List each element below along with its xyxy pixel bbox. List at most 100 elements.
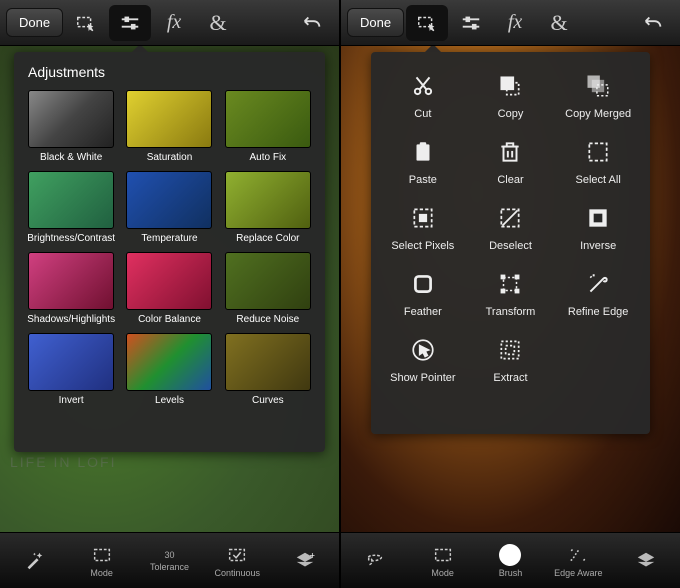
- adjustment-replace-color[interactable]: Replace Color: [223, 171, 313, 244]
- extract-icon: [496, 336, 524, 364]
- bottombar: Mode Brush Edge Aware: [341, 532, 680, 588]
- wand-tool[interactable]: [7, 550, 61, 572]
- topbar: Done fx &: [341, 0, 680, 46]
- undo-icon[interactable]: [291, 5, 333, 41]
- selection-label: Deselect: [489, 240, 532, 252]
- refine-edge-icon: [584, 270, 612, 298]
- selection-cut[interactable]: Cut: [381, 66, 465, 126]
- tolerance-button[interactable]: 30Tolerance: [142, 550, 196, 572]
- mode-button[interactable]: Mode: [416, 544, 470, 578]
- adjustment-auto-fix[interactable]: Auto Fix: [223, 90, 313, 163]
- adjustment-label: Reduce Noise: [236, 314, 299, 325]
- adjustment-color-balance[interactable]: Color Balance: [124, 252, 214, 325]
- selection-tool-icon[interactable]: [406, 5, 448, 41]
- adjustment-black-white[interactable]: Black & White: [26, 90, 116, 163]
- selection-paste[interactable]: Paste: [381, 132, 465, 192]
- adjustment-label: Curves: [252, 395, 284, 406]
- adjustment-thumb: [126, 90, 212, 148]
- selection-select-all[interactable]: Select All: [556, 132, 640, 192]
- brush-button[interactable]: Brush: [483, 544, 537, 578]
- selection-clear[interactable]: Clear: [469, 132, 553, 192]
- fx-icon[interactable]: fx: [153, 5, 195, 41]
- selection-deselect[interactable]: Deselect: [469, 198, 553, 258]
- adjustment-thumb: [225, 171, 311, 229]
- adjustment-brightness-contrast[interactable]: Brightness/Contrast: [26, 171, 116, 244]
- selection-label: Show Pointer: [390, 372, 455, 384]
- layers-button[interactable]: +: [278, 550, 332, 572]
- selection-label: Extract: [493, 372, 527, 384]
- selection-panel: Cut Copy Copy Merged Paste ClearSelect All Se…: [371, 52, 650, 434]
- show-pointer-icon: [409, 336, 437, 364]
- adjustment-label: Levels: [155, 395, 184, 406]
- adjustment-label: Saturation: [147, 152, 193, 163]
- selection-label: Copy Merged: [565, 108, 631, 120]
- adjustments-icon[interactable]: [109, 5, 151, 41]
- transform-icon: [496, 270, 524, 298]
- adjustment-thumb: [225, 252, 311, 310]
- edge-aware-button[interactable]: Edge Aware: [551, 544, 605, 578]
- screen-left: Done fx & LIFE IN LOFI Adjustments Black…: [0, 0, 339, 588]
- paste-icon: [409, 138, 437, 166]
- selection-tool-icon[interactable]: [65, 5, 107, 41]
- selection-label: Feather: [404, 306, 442, 318]
- selection-label: Copy: [498, 108, 524, 120]
- adjustments-icon[interactable]: [450, 5, 492, 41]
- inverse-icon: [584, 204, 612, 232]
- ampersand-icon[interactable]: &: [538, 5, 580, 41]
- canvas: Cut Copy Copy Merged Paste ClearSelect All Se…: [341, 46, 680, 532]
- topbar: Done fx &: [0, 0, 339, 46]
- clear-icon: [496, 138, 524, 166]
- layers-button[interactable]: [619, 550, 673, 572]
- mode-button[interactable]: Mode: [75, 544, 129, 578]
- selection-label: Refine Edge: [568, 306, 629, 318]
- adjustment-label: Black & White: [40, 152, 102, 163]
- selection-extract[interactable]: Extract: [469, 330, 553, 390]
- select-pixels-icon: [409, 204, 437, 232]
- selection-transform[interactable]: Transform: [469, 264, 553, 324]
- selection-label: Paste: [409, 174, 437, 186]
- cut-icon: [409, 72, 437, 100]
- adjustment-invert[interactable]: Invert: [26, 333, 116, 406]
- adjustment-label: Invert: [59, 395, 84, 406]
- watermark: LIFE IN LOFI: [10, 454, 116, 470]
- adjustment-thumb: [126, 171, 212, 229]
- adjustment-temperature[interactable]: Temperature: [124, 171, 214, 244]
- adjustment-shadows-highlights[interactable]: Shadows/Highlights: [26, 252, 116, 325]
- selection-feather[interactable]: Feather: [381, 264, 465, 324]
- continuous-button[interactable]: Continuous: [210, 544, 264, 578]
- ampersand-icon[interactable]: &: [197, 5, 239, 41]
- adjustment-label: Color Balance: [138, 314, 201, 325]
- adjustment-curves[interactable]: Curves: [223, 333, 313, 406]
- selection-label: Inverse: [580, 240, 616, 252]
- adjustment-thumb: [126, 333, 212, 391]
- selection-label: Cut: [414, 108, 431, 120]
- selection-label: Select Pixels: [391, 240, 454, 252]
- adjustment-levels[interactable]: Levels: [124, 333, 214, 406]
- adjustment-label: Temperature: [141, 233, 197, 244]
- selection-copy[interactable]: Copy: [469, 66, 553, 126]
- screen-right: Done fx & CutCopyCopy MergedPasteClearSe…: [341, 0, 680, 588]
- selection-label: Transform: [486, 306, 536, 318]
- adjustment-thumb: [225, 90, 311, 148]
- adjustment-thumb: [28, 171, 114, 229]
- adjustment-saturation[interactable]: Saturation: [124, 90, 214, 163]
- bottombar: Mode 30Tolerance Continuous +: [0, 532, 339, 588]
- deselect-icon: [496, 204, 524, 232]
- lasso-tool[interactable]: [348, 550, 402, 572]
- panel-title: Adjustments: [14, 52, 325, 90]
- undo-icon[interactable]: [632, 5, 674, 41]
- canvas: LIFE IN LOFI Adjustments Black & White Sa…: [0, 46, 339, 532]
- selection-show-pointer[interactable]: Show Pointer: [381, 330, 465, 390]
- selection-copy-merged[interactable]: Copy Merged: [556, 66, 640, 126]
- adjustment-thumb: [28, 252, 114, 310]
- done-button[interactable]: Done: [6, 8, 63, 37]
- adjustment-thumb: [28, 333, 114, 391]
- svg-text:+: +: [310, 550, 315, 560]
- selection-refine-edge[interactable]: Refine Edge: [556, 264, 640, 324]
- selection-inverse[interactable]: Inverse: [556, 198, 640, 258]
- copy-icon: [496, 72, 524, 100]
- done-button[interactable]: Done: [347, 8, 404, 37]
- fx-icon[interactable]: fx: [494, 5, 536, 41]
- adjustment-reduce-noise[interactable]: Reduce Noise: [223, 252, 313, 325]
- selection-select-pixels[interactable]: Select Pixels: [381, 198, 465, 258]
